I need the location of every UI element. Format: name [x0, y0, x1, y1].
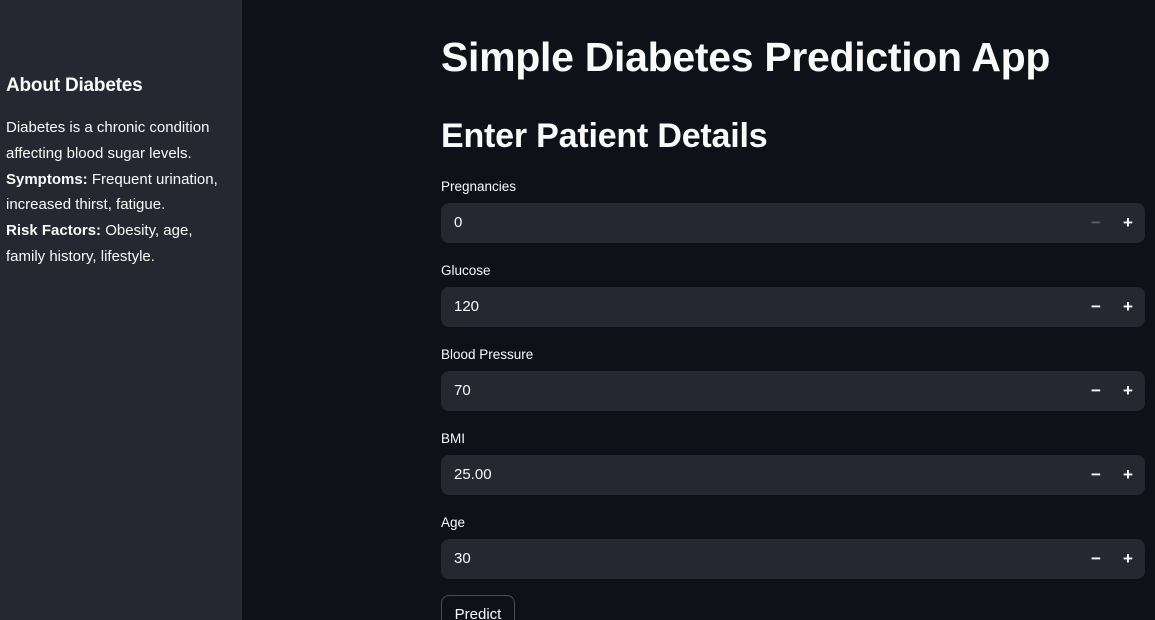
- age-field: Age 30 − +: [441, 515, 1145, 591]
- plus-icon: +: [1123, 549, 1133, 568]
- glucose-decrement-button[interactable]: −: [1080, 287, 1112, 327]
- main-content: Simple Diabetes Prediction App Enter Pat…: [441, 0, 1145, 620]
- blood-pressure-value[interactable]: 70: [454, 371, 471, 411]
- age-increment-button[interactable]: +: [1112, 539, 1144, 579]
- pregnancies-label: Pregnancies: [441, 179, 517, 194]
- bmi-field: BMI 25.00 − +: [441, 431, 1145, 507]
- blood-pressure-increment-button[interactable]: +: [1112, 371, 1144, 411]
- plus-icon: +: [1123, 297, 1133, 316]
- symptoms-label: Symptoms:: [6, 170, 88, 188]
- sidebar-line-symptoms: Symptoms: Frequent urination,: [6, 170, 218, 188]
- predict-button[interactable]: Predict: [441, 595, 515, 620]
- pregnancies-increment-button[interactable]: +: [1112, 203, 1144, 243]
- plus-icon: +: [1123, 381, 1133, 400]
- sidebar-line: family history, lifestyle.: [6, 247, 155, 265]
- sidebar-heading: About Diabetes: [6, 75, 143, 96]
- pregnancies-field: Pregnancies 0 − +: [441, 179, 1145, 255]
- glucose-value[interactable]: 120: [454, 287, 479, 327]
- bmi-value[interactable]: 25.00: [454, 455, 492, 495]
- pregnancies-input[interactable]: 0 − +: [441, 203, 1145, 243]
- app-root: About Diabetes Diabetes is a chronic con…: [0, 0, 1155, 620]
- glucose-increment-button[interactable]: +: [1112, 287, 1144, 327]
- sidebar-line-risk-factors: Risk Factors: Obesity, age,: [6, 222, 193, 240]
- minus-icon: −: [1091, 213, 1101, 232]
- age-input[interactable]: 30 − +: [441, 539, 1145, 579]
- minus-icon: −: [1091, 465, 1101, 484]
- risk-factors-label: Risk Factors:: [6, 222, 102, 240]
- sidebar-description: Diabetes is a chronic condition affectin…: [6, 115, 234, 270]
- sidebar-line: affecting blood sugar levels.: [6, 144, 192, 162]
- blood-pressure-decrement-button[interactable]: −: [1080, 371, 1112, 411]
- bmi-decrement-button[interactable]: −: [1080, 455, 1112, 495]
- plus-icon: +: [1123, 213, 1133, 232]
- glucose-input[interactable]: 120 − +: [441, 287, 1145, 327]
- minus-icon: −: [1091, 381, 1101, 400]
- blood-pressure-input[interactable]: 70 − +: [441, 371, 1145, 411]
- sidebar-line: increased thirst, fatigue.: [6, 196, 166, 214]
- blood-pressure-label: Blood Pressure: [441, 347, 534, 362]
- sidebar-line: Diabetes is a chronic condition: [6, 119, 210, 136]
- plus-icon: +: [1123, 465, 1133, 484]
- minus-icon: −: [1091, 297, 1101, 316]
- bmi-label: BMI: [441, 431, 466, 446]
- age-value[interactable]: 30: [454, 539, 471, 579]
- glucose-label: Glucose: [441, 263, 491, 278]
- section-title: Enter Patient Details: [441, 117, 768, 155]
- bmi-input[interactable]: 25.00 − +: [441, 455, 1145, 495]
- pregnancies-value[interactable]: 0: [454, 203, 462, 243]
- sidebar: About Diabetes Diabetes is a chronic con…: [0, 0, 242, 620]
- age-label: Age: [441, 515, 466, 530]
- bmi-increment-button[interactable]: +: [1112, 455, 1144, 495]
- page-title: Simple Diabetes Prediction App: [441, 34, 1051, 80]
- blood-pressure-field: Blood Pressure 70 − +: [441, 347, 1145, 423]
- age-decrement-button[interactable]: −: [1080, 539, 1112, 579]
- pregnancies-decrement-button[interactable]: −: [1080, 203, 1112, 243]
- minus-icon: −: [1091, 549, 1101, 568]
- glucose-field: Glucose 120 − +: [441, 263, 1145, 339]
